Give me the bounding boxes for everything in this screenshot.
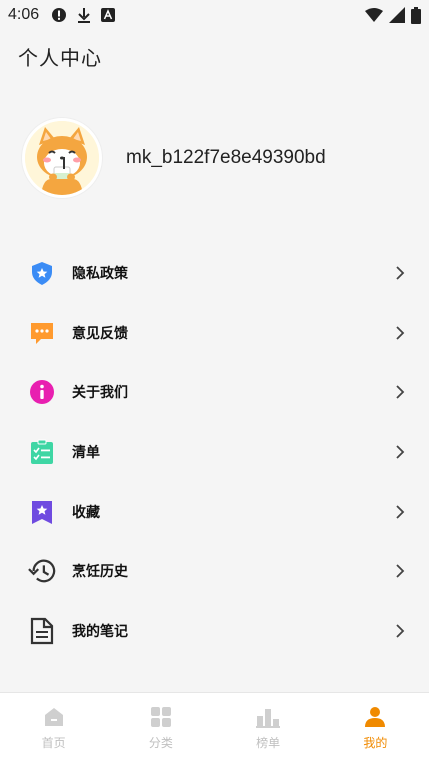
status-time: 4:06 xyxy=(8,6,40,23)
chat-bubble-icon xyxy=(28,319,56,347)
status-icons-right xyxy=(365,6,421,24)
page-title: 个人中心 xyxy=(18,46,102,70)
grid-icon xyxy=(148,704,174,730)
ranking-icon xyxy=(255,704,281,730)
bottom-nav: 首页 分类 榜单 我的 xyxy=(0,692,429,762)
chevron-right-icon xyxy=(395,265,405,281)
wifi-icon xyxy=(365,8,383,22)
chevron-right-icon xyxy=(395,563,405,579)
menu-item-label: 隐私政策 xyxy=(72,265,128,282)
menu-item-label: 烹饪历史 xyxy=(72,564,128,581)
person-icon xyxy=(362,704,388,730)
menu-item-label: 意见反馈 xyxy=(72,325,128,342)
chevron-right-icon xyxy=(395,384,405,400)
profile-section[interactable]: mk_b122f7e8e49390bd xyxy=(22,118,326,198)
shield-star-icon xyxy=(28,259,56,287)
menu-item-label: 清单 xyxy=(72,444,100,461)
nav-item-ranking[interactable]: 榜单 xyxy=(215,693,322,762)
note-icon xyxy=(28,617,56,645)
info-icon xyxy=(28,378,56,406)
chevron-right-icon xyxy=(395,623,405,639)
menu-list: 隐私政策 意见反馈 关于我们 清单 收藏 烹饪历史 我的笔记 xyxy=(0,243,429,661)
menu-item-cooking-history[interactable]: 烹饪历史 xyxy=(0,541,429,601)
nav-item-mine[interactable]: 我的 xyxy=(322,693,429,762)
nav-item-category[interactable]: 分类 xyxy=(107,693,214,762)
chevron-right-icon xyxy=(395,444,405,460)
nav-label: 首页 xyxy=(41,736,66,750)
nav-label: 分类 xyxy=(148,736,173,750)
menu-item-feedback[interactable]: 意见反馈 xyxy=(0,303,429,363)
menu-item-label: 我的笔记 xyxy=(72,623,128,640)
download-icon xyxy=(77,7,91,23)
status-icons-left xyxy=(51,7,116,23)
menu-item-privacy-policy[interactable]: 隐私政策 xyxy=(0,243,429,303)
menu-item-label: 关于我们 xyxy=(72,385,128,402)
alert-icon xyxy=(51,7,67,23)
signal-icon xyxy=(389,7,405,23)
nav-item-home[interactable]: 首页 xyxy=(0,693,107,762)
menu-item-favorites[interactable]: 收藏 xyxy=(0,482,429,542)
menu-item-my-notes[interactable]: 我的笔记 xyxy=(0,601,429,661)
chevron-right-icon xyxy=(395,325,405,341)
shiba-dog-avatar-icon xyxy=(25,121,99,195)
chevron-right-icon xyxy=(395,504,405,520)
bookmark-star-icon xyxy=(28,498,56,526)
status-bar: 4:06 xyxy=(0,0,429,30)
menu-item-about-us[interactable]: 关于我们 xyxy=(0,362,429,422)
menu-item-checklist[interactable]: 清单 xyxy=(0,422,429,482)
battery-icon xyxy=(411,6,421,24)
avatar[interactable] xyxy=(22,118,102,198)
history-icon xyxy=(28,557,56,585)
nav-label: 我的 xyxy=(363,736,388,750)
nav-label: 榜单 xyxy=(256,736,281,750)
font-icon xyxy=(101,8,116,22)
username: mk_b122f7e8e49390bd xyxy=(126,147,326,168)
home-icon xyxy=(41,704,67,730)
checklist-icon xyxy=(28,438,56,466)
menu-item-label: 收藏 xyxy=(72,504,100,521)
